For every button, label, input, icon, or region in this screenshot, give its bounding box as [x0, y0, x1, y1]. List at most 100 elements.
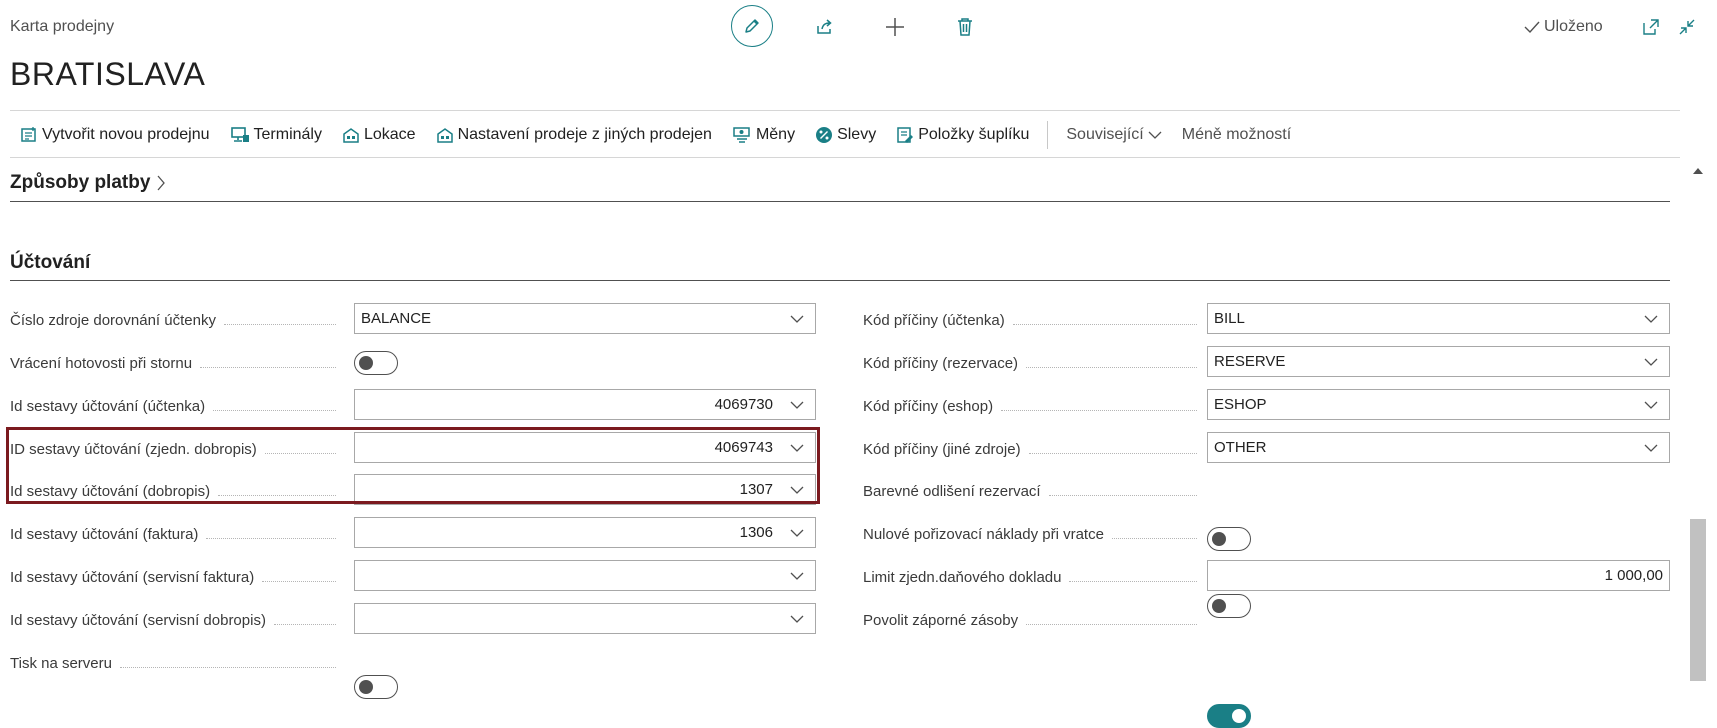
delete-button[interactable]: [952, 14, 978, 40]
store-settings-label: Nastavení prodeje z jiných prodejen: [457, 126, 712, 143]
chevron-down-icon: [1633, 400, 1669, 410]
related-menu[interactable]: Související: [1066, 126, 1162, 144]
field-label: Id sestavy účtování (servisní dobropis): [10, 610, 342, 630]
new-store-icon: [21, 127, 36, 142]
simplified-invoice-limit-input[interactable]: 1 000,00: [1207, 560, 1670, 591]
share-icon: [817, 19, 832, 34]
invoice-report-select[interactable]: 1306: [354, 517, 816, 548]
terminals-action[interactable]: Terminály: [230, 126, 322, 144]
field-label: Povolit záporné zásoby: [863, 610, 1203, 630]
chevron-down-icon: [1148, 131, 1162, 139]
field-value: RESERVE: [1214, 353, 1286, 370]
header-divider: [10, 110, 1680, 111]
field-label-text: Id sestavy účtování (servisní faktura): [10, 568, 255, 586]
leader-dots: [213, 402, 336, 411]
reason-code-other-select[interactable]: OTHER: [1207, 432, 1670, 463]
field-label-text: Id sestavy účtování (účtenka): [10, 397, 206, 415]
receipt-posting-report-select[interactable]: 4069730: [354, 389, 816, 420]
field-label: Id sestavy účtování (servisní faktura): [10, 567, 342, 587]
reason-code-eshop-select[interactable]: ESHOP: [1207, 389, 1670, 420]
leader-dots: [1001, 402, 1197, 411]
chevron-down-icon: [779, 528, 815, 538]
leader-dots: [119, 659, 336, 668]
new-button[interactable]: [882, 14, 908, 40]
cash-refund-toggle[interactable]: [354, 351, 398, 375]
receipt-balance-source-select[interactable]: BALANCE: [354, 303, 816, 334]
reason-code-receipt-select[interactable]: BILL: [1207, 303, 1670, 334]
fewer-options-button[interactable]: Méně možností: [1182, 126, 1291, 144]
open-new-window-button[interactable]: [1640, 16, 1662, 38]
field-label-text: Povolit záporné zásoby: [863, 611, 1019, 629]
related-label: Související: [1066, 126, 1144, 143]
new-store-label: Vytvořit novou prodejnu: [42, 126, 210, 143]
scroll-up-arrow-icon[interactable]: [1692, 163, 1704, 181]
zero-cost-return-toggle[interactable]: [1207, 594, 1251, 618]
field-label: Kód příčiny (rezervace): [863, 353, 1203, 373]
field-label-text: Kód příčiny (jiné zdroje): [863, 440, 1021, 458]
action-bar: Vytvořit novou prodejnu Terminály Lokace…: [20, 120, 1311, 150]
leader-dots: [1026, 359, 1197, 368]
discounts-label: Slevy: [837, 126, 877, 143]
drawer-items-action[interactable]: Položky šuplíku: [896, 126, 1029, 144]
currencies-action[interactable]: Měny: [732, 126, 795, 144]
fewer-options-label: Méně možností: [1181, 126, 1292, 143]
chevron-down-icon: [779, 571, 815, 581]
action-bar-divider: [10, 157, 1680, 158]
leader-dots: [273, 616, 336, 625]
field-label: Id sestavy účtování (účtenka): [10, 396, 342, 416]
payment-section-underline: [10, 201, 1670, 202]
new-store-action[interactable]: Vytvořit novou prodejnu: [20, 126, 210, 144]
share-button[interactable]: [812, 14, 838, 40]
toggle-knob: [1232, 708, 1246, 723]
chevron-down-icon: [1633, 314, 1669, 324]
allow-negative-stock-toggle[interactable]: [1207, 704, 1251, 728]
leader-dots: [1028, 445, 1197, 454]
reason-code-reservation-select[interactable]: RESERVE: [1207, 346, 1670, 377]
toggle-knob: [359, 355, 373, 370]
field-value: ESHOP: [1214, 396, 1267, 413]
terminals-label: Terminály: [253, 126, 322, 143]
locations-action[interactable]: Lokace: [342, 126, 416, 144]
service-invoice-report-select[interactable]: [354, 560, 816, 591]
leader-dots: [206, 530, 336, 539]
field-label: Tisk na serveru: [10, 653, 342, 673]
field-label: Číslo zdroje dorovnání účtenky: [10, 310, 342, 330]
store-settings-action[interactable]: Nastavení prodeje z jiných prodejen: [436, 126, 712, 144]
chevron-down-icon: [779, 400, 815, 410]
collapse-button[interactable]: [1676, 16, 1698, 38]
discounts-action[interactable]: Slevy: [815, 126, 876, 144]
leader-dots: [223, 316, 336, 325]
edit-button[interactable]: [731, 5, 773, 47]
print-on-server-toggle[interactable]: [354, 675, 398, 699]
field-value: 4069730: [714, 396, 773, 413]
plus-icon: [886, 18, 904, 36]
field-label: Kód příčiny (eshop): [863, 396, 1203, 416]
trash-icon: [958, 18, 972, 36]
field-label: Kód příčiny (účtenka): [863, 310, 1203, 330]
field-label: Nulové pořizovací náklady při vratce: [863, 524, 1203, 544]
open-new-window-icon: [1643, 19, 1659, 35]
field-label-text: Kód příčiny (účtenka): [863, 311, 1005, 329]
drawer-items-label: Položky šuplíku: [918, 126, 1030, 143]
field-label: Vrácení hotovosti při stornu: [10, 353, 342, 373]
highlight-box: [6, 427, 820, 504]
collapse-icon: [1679, 19, 1695, 35]
scrollbar-thumb[interactable]: [1690, 519, 1706, 681]
checkmark-icon: [1524, 21, 1540, 34]
field-value: OTHER: [1214, 439, 1267, 456]
field-label-text: Barevné odlišení rezervací: [863, 482, 1041, 500]
leader-dots: [1048, 487, 1197, 496]
field-label: Barevné odlišení rezervací: [863, 481, 1203, 501]
payment-methods-header[interactable]: Způsoby platby: [10, 172, 166, 194]
field-value: 1306: [739, 524, 773, 541]
terminal-icon: [230, 127, 249, 142]
currencies-label: Měny: [755, 126, 796, 143]
leader-dots: [200, 359, 336, 368]
service-credit-memo-report-select[interactable]: [354, 603, 816, 634]
chevron-down-icon: [1633, 443, 1669, 453]
field-label-text: Limit zjedn.daňového dokladu: [863, 568, 1062, 586]
reservation-color-toggle[interactable]: [1207, 527, 1251, 551]
field-label: Kód příčiny (jiné zdroje): [863, 439, 1203, 459]
saved-label: Uloženo: [1544, 18, 1603, 35]
field-label-text: Nulové pořizovací náklady při vratce: [863, 525, 1104, 543]
